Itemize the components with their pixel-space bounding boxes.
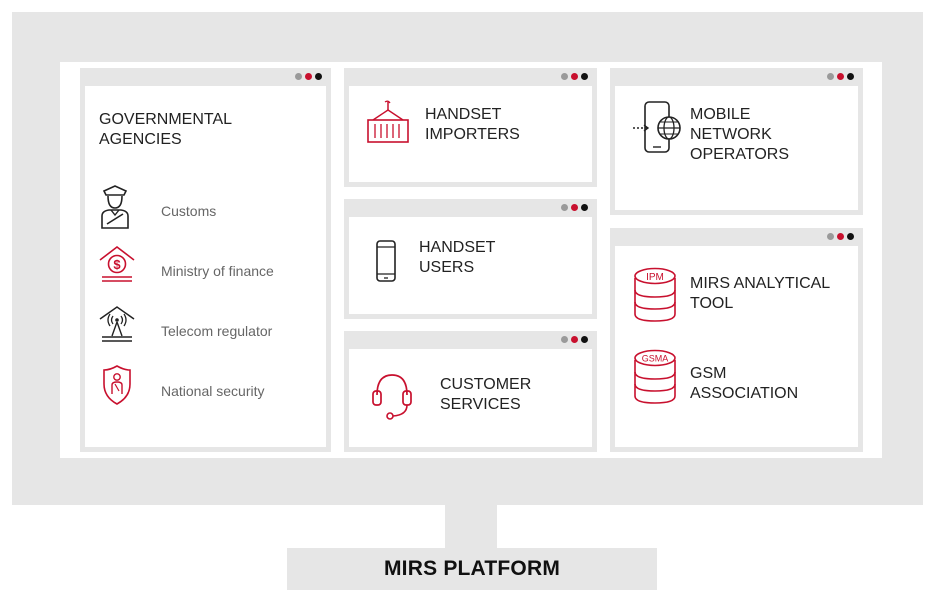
window-titlebar <box>615 228 858 246</box>
title-line: SERVICES <box>440 396 521 413</box>
window-titlebar <box>349 199 592 217</box>
title-line: USERS <box>419 259 475 276</box>
title-line: MOBILE <box>690 106 751 123</box>
headset-icon <box>372 374 412 420</box>
window-titlebar <box>349 68 592 86</box>
importers-title: HANDSET IMPORTERS <box>425 105 520 145</box>
window-titlebar <box>349 331 592 349</box>
monitor-neck <box>445 505 497 549</box>
window-dot <box>837 233 844 240</box>
security-shield-icon <box>103 365 131 405</box>
window-analytics: IPM MIRS ANALYTICAL TOOL GSMA GSM ASSOCI… <box>610 228 863 452</box>
window-dot <box>847 73 854 80</box>
title-line: AGENCIES <box>99 131 182 148</box>
customs-officer-icon <box>101 185 129 229</box>
window-dot <box>561 73 568 80</box>
svg-text:$: $ <box>113 257 121 272</box>
window-dot <box>581 336 588 343</box>
title-line: HANDSET <box>425 106 502 123</box>
window-dot <box>837 73 844 80</box>
analytics-tool-title: MIRS ANALYTICAL TOOL <box>690 274 830 314</box>
gsma-database-icon: GSMA <box>634 349 676 404</box>
window-body: HANDSET IMPORTERS <box>349 86 592 182</box>
title-line: ASSOCIATION <box>690 385 799 402</box>
title-line: MIRS ANALYTICAL <box>690 275 831 292</box>
window-body: MOBILE NETWORK OPERATORS <box>615 86 858 210</box>
window-dot <box>571 73 578 80</box>
window-dot <box>561 336 568 343</box>
platform-label: MIRS PLATFORM <box>383 557 561 580</box>
window-dot <box>571 336 578 343</box>
phone-globe-icon <box>633 101 681 153</box>
ministry-finance-icon: $ <box>99 245 135 282</box>
window-customer-services: CUSTOMER SERVICES <box>344 331 597 452</box>
title-line: OPERATORS <box>690 146 789 163</box>
window-body: HANDSET USERS <box>349 217 592 314</box>
window-body: GOVERNMENTAL AGENCIES Customs $ Ministry… <box>85 86 326 447</box>
ipm-database-icon: IPM <box>634 267 676 322</box>
mobile-phone-icon <box>376 240 396 282</box>
title-line: NETWORK <box>690 126 772 143</box>
title-line: TOOL <box>690 295 734 312</box>
window-dot <box>827 233 834 240</box>
agency-label: Customs <box>161 203 217 219</box>
title-line: CUSTOMER <box>440 376 532 393</box>
agency-label: Ministry of finance <box>161 263 274 279</box>
window-dot <box>561 204 568 211</box>
window-dot <box>315 73 322 80</box>
window-dot <box>305 73 312 80</box>
services-title: CUSTOMER SERVICES <box>440 375 531 415</box>
window-body: CUSTOMER SERVICES <box>349 349 592 447</box>
gsm-association-title: GSM ASSOCIATION <box>690 364 798 404</box>
governmental-title: GOVERNMENTAL AGENCIES <box>99 110 232 150</box>
window-handset-users: HANDSET USERS <box>344 199 597 319</box>
gsma-badge: GSMA <box>642 354 669 364</box>
window-dot <box>847 233 854 240</box>
monitor-base: MIRS PLATFORM <box>287 548 657 590</box>
title-line: GOVERNMENTAL <box>99 111 233 128</box>
title-line: IMPORTERS <box>425 126 520 143</box>
ipm-badge: IPM <box>646 272 664 283</box>
window-dot <box>581 204 588 211</box>
window-dot <box>827 73 834 80</box>
window-dot <box>581 73 588 80</box>
window-titlebar <box>615 68 858 86</box>
agency-label: Telecom regulator <box>161 323 273 339</box>
shipping-container-icon <box>367 100 409 143</box>
agency-label: National security <box>161 383 265 399</box>
telecom-tower-icon <box>99 306 135 342</box>
window-governmental-agencies: GOVERNMENTAL AGENCIES Customs $ Ministry… <box>80 68 331 452</box>
window-body: IPM MIRS ANALYTICAL TOOL GSMA GSM ASSOCI… <box>615 246 858 447</box>
window-dot <box>295 73 302 80</box>
window-dot <box>571 204 578 211</box>
users-title: HANDSET USERS <box>419 238 495 278</box>
window-handset-importers: HANDSET IMPORTERS <box>344 68 597 187</box>
window-titlebar <box>85 68 326 86</box>
title-line: HANDSET <box>419 239 496 256</box>
title-line: GSM <box>690 365 727 382</box>
operators-title: MOBILE NETWORK OPERATORS <box>690 105 789 165</box>
window-mobile-network-operators: MOBILE NETWORK OPERATORS <box>610 68 863 215</box>
